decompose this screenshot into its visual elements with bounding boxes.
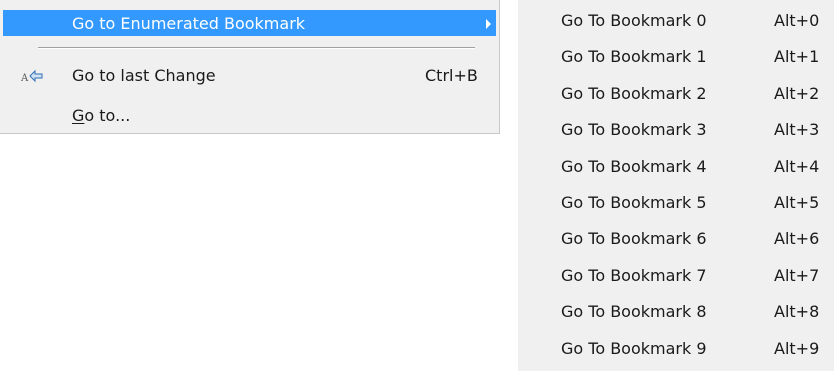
goto-bookmark-shortcut: Alt+2 — [774, 83, 820, 103]
goto-bookmark-item[interactable]: Go To Bookmark 1 Alt+1 — [518, 40, 834, 70]
goto-bookmark-label: Go To Bookmark 2 — [561, 83, 707, 103]
goto-bookmark-label: Go To Bookmark 5 — [561, 193, 707, 212]
goto-menu: Go to Enumerated Bookmark A Go to last C… — [0, 0, 500, 134]
goto-bookmark-item[interactable]: Go To Bookmark 6 Alt+6 — [518, 222, 834, 252]
goto-bookmark-shortcut: Alt+0 — [774, 11, 820, 30]
goto-bookmark-shortcut: Alt+1 — [774, 47, 820, 67]
goto-last-change-shortcut: Ctrl+B — [425, 66, 478, 85]
goto-bookmark-shortcut: Alt+3 — [774, 120, 820, 140]
goto-bookmark-item[interactable]: Go To Bookmark 2 Alt+2 — [518, 77, 834, 107]
submenu-arrow-icon — [486, 19, 491, 29]
goto-bookmark-shortcut: Alt+5 — [774, 193, 820, 212]
goto-bookmark-shortcut: Alt+4 — [774, 156, 820, 176]
menu-stage: Go to Enumerated Bookmark A Go to last C… — [0, 0, 834, 371]
goto-bookmark-shortcut: Alt+6 — [774, 229, 820, 249]
goto-bookmark-item[interactable]: Go To Bookmark 4 Alt+4 — [518, 150, 834, 180]
goto-label: Go to... — [72, 106, 130, 125]
goto-last-change-icon: A — [20, 67, 45, 85]
enumerated-bookmark-submenu: Go To Bookmark 0 Alt+0 Go To Bookmark 1 Alt… — [518, 0, 834, 371]
goto-bookmark-shortcut: Alt+9 — [774, 338, 820, 358]
goto-bookmark-label: Go To Bookmark 3 — [561, 120, 707, 140]
goto-last-change-item[interactable]: A Go to last Change Ctrl+B — [3, 62, 496, 88]
goto-enumerated-bookmark-item[interactable]: Go to Enumerated Bookmark — [3, 10, 496, 36]
goto-bookmark-label: Go To Bookmark 0 — [561, 11, 707, 30]
goto-bookmark-label: Go To Bookmark 8 — [561, 302, 707, 322]
goto-bookmark-item[interactable]: Go To Bookmark 9 Alt+9 — [518, 332, 834, 362]
goto-bookmark-shortcut: Alt+8 — [774, 302, 820, 322]
goto-bookmark-item[interactable]: Go To Bookmark 3 Alt+3 — [518, 113, 834, 143]
goto-bookmark-item[interactable]: Go To Bookmark 0 Alt+0 — [518, 4, 834, 34]
goto-bookmark-label: Go To Bookmark 6 — [561, 229, 707, 249]
svg-text:A: A — [21, 73, 29, 84]
goto-bookmark-label: Go To Bookmark 4 — [561, 156, 707, 176]
menu-separator — [38, 47, 475, 49]
goto-bookmark-item[interactable]: Go To Bookmark 8 Alt+8 — [518, 295, 834, 325]
goto-bookmark-label: Go To Bookmark 1 — [561, 47, 707, 67]
goto-bookmark-item[interactable]: Go To Bookmark 7 Alt+7 — [518, 259, 834, 289]
goto-bookmark-label: Go To Bookmark 9 — [561, 338, 707, 358]
goto-bookmark-label: Go To Bookmark 7 — [561, 265, 707, 285]
goto-item[interactable]: Go to... — [3, 102, 496, 128]
goto-bookmark-shortcut: Alt+7 — [774, 265, 820, 285]
goto-bookmark-item[interactable]: Go To Bookmark 5 Alt+5 — [518, 186, 834, 216]
goto-last-change-label: Go to last Change — [72, 66, 216, 85]
goto-mnemonic: G — [72, 106, 85, 125]
goto-label-rest: o to... — [84, 106, 131, 125]
goto-enumerated-bookmark-label: Go to Enumerated Bookmark — [72, 14, 306, 33]
